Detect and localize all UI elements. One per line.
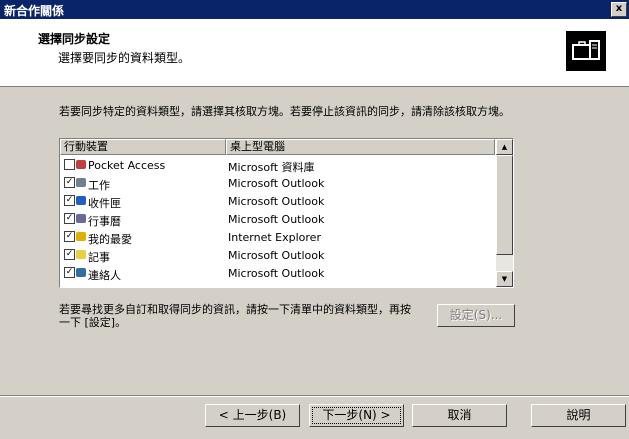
row-desktop-label: Microsoft Outlook	[228, 267, 325, 280]
hint-text: 若要尋找更多自訂和取得同步的資訊，請按一下清單中的資料類型，再按一下 [設定]。	[59, 303, 411, 329]
close-button[interactable]: x	[611, 2, 627, 17]
row-device-label: 收件匣	[88, 197, 121, 210]
row-desktop-label: Microsoft Outlook	[228, 195, 325, 208]
row-checkbox[interactable]: ✓	[64, 249, 75, 260]
help-button[interactable]: 說明	[531, 404, 626, 427]
contacts-icon	[76, 268, 86, 277]
list-item[interactable]: ✓ 連絡人 Microsoft Outlook	[60, 264, 495, 282]
column-header-device[interactable]: 行動裝置	[60, 139, 226, 155]
row-desktop-label: Microsoft Outlook	[228, 249, 325, 262]
row-device-label: Pocket Access	[88, 159, 166, 172]
inbox-icon	[76, 196, 86, 205]
cancel-button[interactable]: 取消	[412, 404, 507, 427]
row-checkbox[interactable]: ✓	[64, 177, 75, 188]
calendar-icon	[76, 214, 86, 223]
tasks-icon	[76, 178, 86, 187]
footer-divider	[0, 395, 629, 397]
row-checkbox[interactable]: ✓	[64, 231, 75, 242]
title-bar: 新合作關係 x	[0, 0, 629, 19]
settings-button[interactable]: 設定(S)...	[437, 304, 515, 327]
next-button[interactable]: 下一步(N) >	[309, 404, 404, 427]
list-item[interactable]: ✓ 我的最愛 Internet Explorer	[60, 228, 495, 246]
window-title: 新合作關係	[4, 4, 65, 18]
pocket-access-icon	[76, 160, 86, 169]
page-subtitle: 選擇要同步的資料類型。	[58, 51, 191, 65]
row-checkbox[interactable]	[64, 159, 75, 170]
list-header: 行動裝置 桌上型電腦	[60, 139, 495, 155]
list-rows: Pocket Access Microsoft 資料庫 ✓ 工作 Microsoft O…	[60, 156, 495, 282]
vertical-scrollbar[interactable]: ▲ ▼	[496, 139, 513, 287]
page-title: 選擇同步設定	[38, 32, 111, 46]
row-device-label: 連絡人	[88, 269, 121, 282]
list-item[interactable]: ✓ 收件匣 Microsoft Outlook	[60, 192, 495, 210]
back-button[interactable]: < 上一步(B)	[205, 404, 300, 427]
sync-briefcase-icon	[566, 31, 606, 71]
row-device-label: 工作	[88, 179, 110, 192]
scroll-down-icon[interactable]: ▼	[496, 271, 513, 287]
row-desktop-label: Microsoft 資料庫	[228, 161, 315, 174]
favorites-icon	[76, 232, 86, 241]
list-item[interactable]: Pocket Access Microsoft 資料庫	[60, 156, 495, 174]
list-item[interactable]: ✓ 工作 Microsoft Outlook	[60, 174, 495, 192]
scroll-up-icon[interactable]: ▲	[496, 139, 513, 155]
data-type-list[interactable]: 行動裝置 桌上型電腦 Pocket Access Microsoft 資料庫 ✓ 工作…	[59, 138, 514, 288]
list-item[interactable]: ✓ 行事曆 Microsoft Outlook	[60, 210, 495, 228]
wizard-header: 選擇同步設定 選擇要同步的資料類型。	[0, 19, 629, 87]
list-item[interactable]: ✓ 記事 Microsoft Outlook	[60, 246, 495, 264]
row-checkbox[interactable]: ✓	[64, 267, 75, 278]
instructions-text: 若要同步特定的資料類型，請選擇其核取方塊。若要停止該資訊的同步，請清除該核取方塊…	[59, 105, 510, 118]
notes-icon	[76, 250, 86, 259]
row-device-label: 我的最愛	[88, 233, 132, 246]
row-desktop-label: Microsoft Outlook	[228, 177, 325, 190]
row-checkbox[interactable]: ✓	[64, 195, 75, 206]
row-desktop-label: Internet Explorer	[228, 231, 321, 244]
row-device-label: 記事	[88, 251, 110, 264]
column-header-desktop[interactable]: 桌上型電腦	[226, 139, 495, 155]
scroll-thumb[interactable]	[496, 155, 513, 255]
row-checkbox[interactable]: ✓	[64, 213, 75, 224]
row-desktop-label: Microsoft Outlook	[228, 213, 325, 226]
row-device-label: 行事曆	[88, 215, 121, 228]
